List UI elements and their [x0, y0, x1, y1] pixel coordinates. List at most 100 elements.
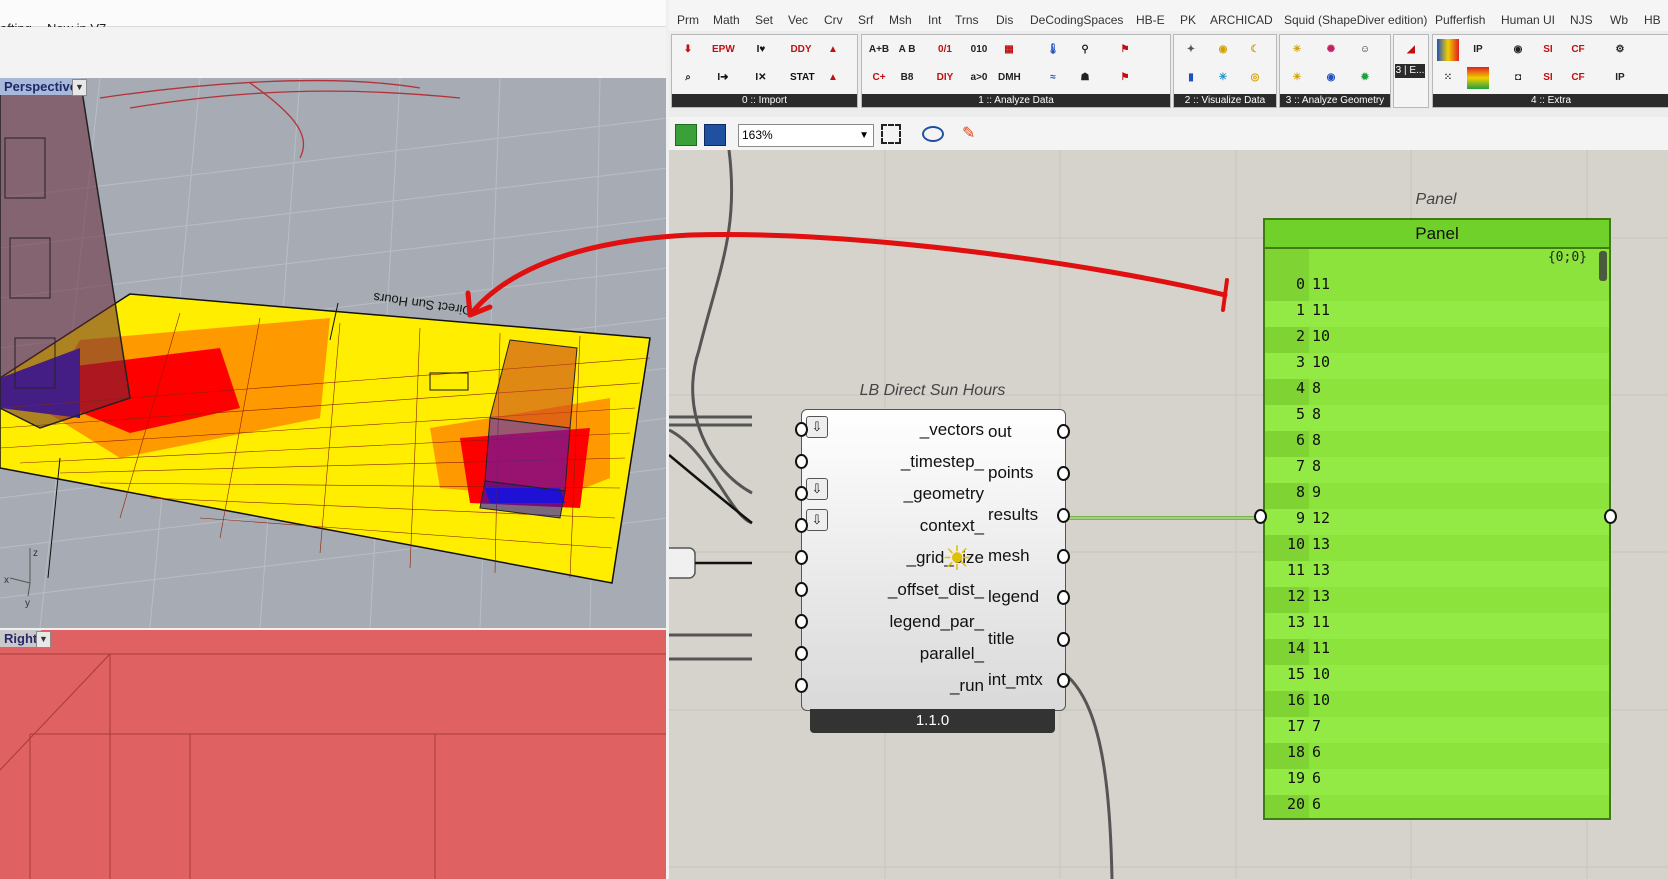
gh-tab-hb[interactable]: HB — [1644, 13, 1661, 27]
sketch-icon[interactable]: ✎ — [962, 124, 982, 144]
port-out-results[interactable] — [1057, 508, 1070, 523]
input-geometry[interactable]: _geometry — [802, 484, 984, 504]
b8-icon[interactable]: B8 — [896, 67, 918, 89]
output-legend[interactable]: legend — [988, 587, 1039, 607]
port-in-context[interactable] — [795, 518, 808, 533]
si-icon[interactable]: SI — [1537, 67, 1559, 89]
port-out-title[interactable] — [1057, 632, 1070, 647]
matrix-icon[interactable]: 010 — [968, 39, 990, 61]
eye-view-icon[interactable]: ◉ — [1320, 67, 1342, 89]
gh-tab-int[interactable]: Int — [928, 13, 941, 27]
input-offset-dist[interactable]: _offset_dist_ — [802, 580, 984, 600]
perspective-viewport-title[interactable]: Perspective — [0, 78, 81, 95]
stat-icon[interactable]: STAT — [790, 67, 815, 89]
gh-tab-prm[interactable]: Prm — [677, 13, 699, 27]
input-timestep[interactable]: _timestep_ — [802, 452, 984, 472]
lb-direct-sun-hours-component[interactable]: ⇩ ⇩ ⇩ _vectors _timestep_ _geometry cont… — [801, 409, 1066, 711]
si-ip-icon[interactable]: SI — [1537, 39, 1559, 61]
c-plus-icon[interactable]: C+ — [868, 67, 890, 89]
gh-tab-msh[interactable]: Msh — [889, 13, 912, 27]
output-int-mtx[interactable]: int_mtx — [988, 670, 1043, 690]
camera-eye-icon[interactable]: ◉ — [1507, 39, 1529, 61]
search-icon[interactable]: ⌕ — [677, 67, 699, 89]
port-in-legend-par[interactable] — [795, 614, 808, 629]
gh-tab-human-ui[interactable]: Human UI — [1501, 13, 1555, 27]
burst-icon[interactable]: ✳ — [1212, 67, 1234, 89]
person-icon[interactable]: ☗ — [1074, 67, 1096, 89]
ip-icon[interactable]: IP — [1467, 39, 1489, 61]
ribbon-group-label[interactable]: 3 | E... — [1395, 64, 1425, 78]
direct-sun-icon[interactable]: ☀ — [1286, 39, 1308, 61]
gh-tab-hb-e[interactable]: HB-E — [1136, 13, 1165, 27]
ab-icon[interactable]: A B — [896, 39, 918, 61]
gh-tab-pufferfish[interactable]: Pufferfish — [1435, 13, 1485, 27]
ip-extra-icon[interactable]: IP — [1609, 67, 1631, 89]
gradient-icon[interactable] — [1437, 39, 1459, 61]
ribbon-group-label[interactable]: 3 :: Analyze Geometry — [1280, 94, 1390, 107]
diy-icon[interactable]: DIY — [934, 67, 956, 89]
input-parallel[interactable]: parallel_ — [802, 644, 984, 664]
bar-chart-icon[interactable]: ▮ — [1180, 67, 1202, 89]
gh-tab-crv[interactable]: Crv — [824, 13, 843, 27]
person-red-icon[interactable]: ⚑ — [1114, 67, 1136, 89]
extra-ray-icon[interactable]: ◢ — [1400, 39, 1422, 61]
perspective-menu-arrow[interactable]: ▼ — [72, 79, 87, 96]
zoom-extents-icon[interactable] — [881, 124, 901, 144]
epw-icon[interactable]: EPW — [712, 39, 735, 61]
output-mesh[interactable]: mesh — [988, 546, 1030, 566]
sun-hours-icon[interactable]: ☀ — [1286, 67, 1308, 89]
preview-eye-icon[interactable] — [922, 126, 944, 142]
legend-icon[interactable] — [1467, 67, 1489, 89]
port-out-out[interactable] — [1057, 424, 1070, 439]
radiation-icon[interactable]: ✺ — [1320, 39, 1342, 61]
sky-view-icon[interactable]: ✹ — [1354, 67, 1376, 89]
port-in-timestep[interactable] — [795, 454, 808, 469]
right-viewport[interactable]: Right ▼ — [0, 630, 668, 879]
port-in-grid-size[interactable] — [795, 550, 808, 565]
nyc-love-icon[interactable]: I♥ — [750, 39, 772, 61]
panel-title[interactable]: Panel — [1265, 220, 1609, 249]
ny-arrow-icon[interactable]: I➜ — [712, 67, 734, 89]
save-file-icon[interactable] — [704, 124, 726, 146]
port-in-run[interactable] — [795, 678, 808, 693]
dmh-icon[interactable]: DMH — [998, 67, 1021, 89]
binary-icon[interactable]: 0/1 — [934, 39, 956, 61]
ribbon-group-label[interactable]: 4 :: Extra — [1433, 94, 1668, 107]
gh-tab-vec[interactable]: Vec — [788, 13, 808, 27]
perspective-viewport[interactable]: Direct Sun Hours z x y Perspective ▼ — [0, 78, 668, 628]
comfort-icon[interactable]: ⚑ — [1114, 39, 1136, 61]
output-results[interactable]: results — [988, 505, 1038, 525]
ribbon-group-label[interactable]: 2 :: Visualize Data — [1174, 94, 1276, 107]
ribbon-group-label[interactable]: 0 :: Import — [672, 94, 857, 107]
input-context[interactable]: context_ — [802, 516, 984, 536]
port-panel-out[interactable] — [1604, 509, 1617, 524]
compare-icon[interactable]: a>0 — [968, 67, 990, 89]
port-in-offset-dist[interactable] — [795, 582, 808, 597]
gh-tab-wb[interactable]: Wb — [1610, 13, 1628, 27]
input-legend-par[interactable]: legend_par_ — [802, 612, 984, 632]
hop-icon[interactable]: ⚙ — [1609, 39, 1631, 61]
zoom-select[interactable]: 163% ▼ — [738, 124, 874, 147]
thermometer-icon[interactable]: 🌡 — [1042, 39, 1064, 61]
port-out-mesh[interactable] — [1057, 549, 1070, 564]
ab-sum-icon[interactable]: A+B — [868, 39, 890, 61]
gh-tab-archicad[interactable]: ARCHICAD — [1210, 13, 1273, 27]
import-arrow-icon[interactable]: ▲ — [822, 39, 844, 61]
epw-download-icon[interactable]: ⬇ — [677, 39, 699, 61]
gh-tab-trns[interactable]: Trns — [955, 13, 979, 27]
gh-tab-dis[interactable]: Dis — [996, 13, 1013, 27]
gh-tab-set[interactable]: Set — [755, 13, 773, 27]
right-menu-arrow[interactable]: ▼ — [36, 631, 51, 648]
panel-component[interactable]: Panel {0;0} 0 11 1 11 2 10 3 10 4 8 5 8 6 8 7 8 8 9 9 12 10 1… — [1263, 218, 1611, 820]
grid-icon[interactable]: ▦ — [998, 39, 1020, 61]
port-out-points[interactable] — [1057, 466, 1070, 481]
walker-icon[interactable]: ⚲ — [1074, 39, 1096, 61]
port-in-parallel[interactable] — [795, 646, 808, 661]
dots-grid-icon[interactable]: ⁙ — [1437, 67, 1459, 89]
port-in-vectors[interactable] — [795, 422, 808, 437]
port-in-geometry[interactable] — [795, 486, 808, 501]
import-up-icon[interactable]: ▲ — [822, 67, 844, 89]
wind-icon[interactable]: ≈ — [1042, 67, 1064, 89]
output-points[interactable]: points — [988, 463, 1033, 483]
port-out-legend[interactable] — [1057, 590, 1070, 605]
